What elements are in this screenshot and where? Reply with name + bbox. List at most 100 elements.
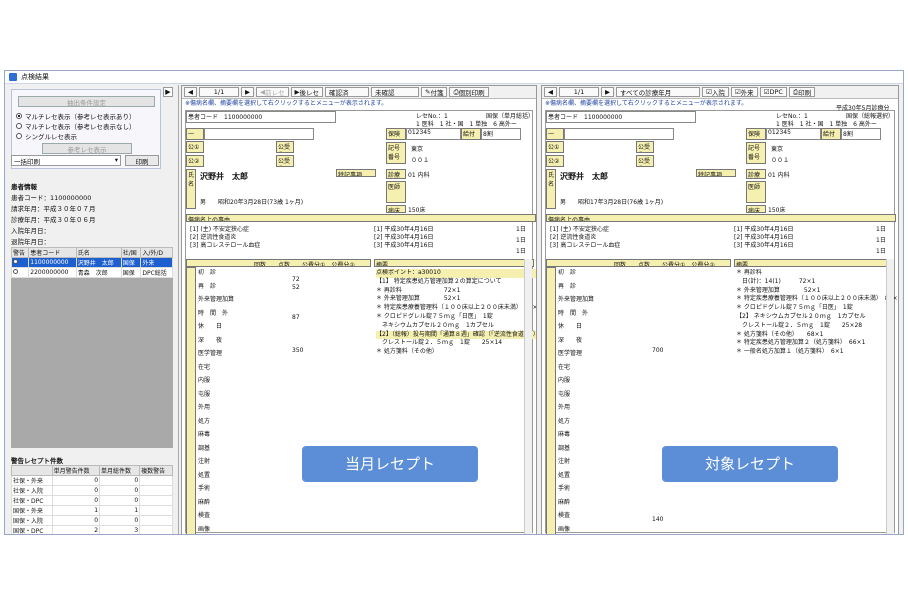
scrollbar[interactable] <box>524 259 532 534</box>
field-label: 医師 <box>746 181 766 203</box>
category-row: 在宅 <box>198 363 211 371</box>
disease-name[interactable]: [3] 高コレステロール血症 <box>550 240 620 249</box>
radio-multi-noref[interactable]: マルチレセ表示（参考レセ表示なし） <box>16 121 136 131</box>
current-receipt-panel: ◀ 1/1 ▶ ◀ 前レセ ▶ 後レセ 確認済 未確認 ✎ 付箋 ⎙ 個別印刷 ※傷病名… <box>181 85 537 534</box>
col-header[interactable]: 入/外/D <box>140 247 173 258</box>
status-select[interactable]: 確認済 <box>325 87 369 97</box>
kigou: 東京 <box>411 146 424 153</box>
day-count: 1日 <box>516 248 526 255</box>
point-value: 52 <box>292 284 300 291</box>
table-cell: 国保・外来 <box>11 505 53 516</box>
receipt-toolbar: ◀ 1/1 ▶ すべての診療年月 ☑ 入院 ☑ 外来 ☑ DPC ⎙ 印刷 <box>542 86 898 99</box>
prev-page-button[interactable]: ◀ <box>184 87 197 97</box>
patient-code-field: 患者コード 1100000000 <box>186 111 336 123</box>
col-header[interactable]: 氏名 <box>75 247 122 258</box>
radio-dot <box>16 113 22 119</box>
table-cell: DPC総括 <box>140 267 173 278</box>
remark-line: ＊ 一般名処方加算１（処方箋料） 6×1 <box>736 348 844 356</box>
remarks-area[interactable]: ＊ 再診料 日(計)：14(1) 72×1 ＊ 外来管理加算 52×1 ＊ 特定… <box>736 269 898 357</box>
table-row[interactable]: 2200000000 青森 次郎 国保 DPC総括 <box>10 267 173 278</box>
check-select[interactable]: 未確認 <box>371 87 419 97</box>
table-cell <box>139 475 173 486</box>
point-value: 700 <box>652 347 664 354</box>
col-header[interactable]: 警告 <box>10 247 30 258</box>
remark-line: ＊ クロピドグレル錠７５ｍｇ「日医」 1錠 <box>736 304 853 312</box>
patient-row: 請求年月：平成３０年０７月 <box>11 205 96 213</box>
extract-settings-button[interactable]: 抽出条件設定 <box>18 96 155 107</box>
outpatient-checkbox[interactable]: ☑ 外来 <box>730 87 758 97</box>
prev-rece-label: 前レセ <box>265 89 285 97</box>
col-header[interactable]: 社/国 <box>120 247 142 258</box>
table-cell: 国保・DPC <box>11 525 53 534</box>
col-header[interactable]: 患者コード <box>28 247 77 258</box>
target-receipt-label: 対象レセプト <box>662 446 838 482</box>
field-label: 診療科 <box>746 169 766 179</box>
field-label: 診療科 <box>386 169 406 179</box>
month-select[interactable]: すべての診療年月 <box>616 87 700 97</box>
category-row: 麻酔 <box>198 498 211 506</box>
category-list: 初 診再 診外来管理加算時 間 外休 日深 夜医学管理 在宅 内服 屯服 外用 処方 麻毒調… <box>558 269 594 534</box>
bed-count: 150床 <box>768 207 786 214</box>
checkbox-label: 入院 <box>711 89 725 97</box>
col-header <box>11 465 53 476</box>
table-row[interactable]: 1100000000 沢野井 太郎 国保 外来 <box>10 257 173 268</box>
benefit-rate: 8割 <box>841 128 881 140</box>
category-row: 検査 <box>198 512 211 519</box>
field-label: 医師 <box>386 181 406 203</box>
print-mode-select[interactable]: 一括印刷 <box>11 155 121 166</box>
field-label: 公受① <box>276 141 294 153</box>
remarks-area[interactable]: 点検ポイント：a30010 【1】 特定疾患処方管理加算２の算定について ＊ 再… <box>376 269 536 357</box>
points-header: 回数 点数 公費分① 公費分② <box>186 259 371 267</box>
field-label: 病床数 <box>386 205 406 213</box>
inpatient-checkbox[interactable]: ☑ 入院 <box>702 87 729 97</box>
disease-name[interactable]: [3] 高コレステロール血症 <box>190 240 260 249</box>
category-row: 手術 <box>198 485 211 492</box>
expand-icon[interactable]: ▶ <box>163 87 173 97</box>
table-cell: 国保・入院 <box>11 515 53 526</box>
field-label: 傷病名上の事由 <box>186 214 536 222</box>
bangou: ００１ <box>771 157 790 164</box>
remark-line: ネキシウムカプセル２０ｍｇ 1カプセル <box>376 321 494 329</box>
patient-code-field: 患者コード 1100000000 <box>546 111 696 123</box>
table-cell: 1 <box>51 505 101 516</box>
table-cell: 0 <box>99 515 141 526</box>
radio-multi-ref[interactable]: マルチレセ表示（参考レセ表示あり） <box>16 111 136 121</box>
radio-dot <box>16 133 22 139</box>
table-cell: 2200000000 <box>28 267 77 278</box>
patient-val: 平成３０年０７月 <box>43 205 96 213</box>
table-cell <box>139 515 173 526</box>
left-pane: 抽出条件設定 マルチレセ表示（参考レセ表示あり） マルチレセ表示（参考レセ表示な… <box>5 85 179 534</box>
category-row: 内服 <box>198 377 211 384</box>
next-page-button[interactable]: ▶ <box>241 87 254 97</box>
print-button[interactable]: ⎙ 印刷 <box>788 87 816 97</box>
individual-print-button[interactable]: ⎙ 個別印刷 <box>449 87 489 97</box>
category-row: 麻酔 <box>558 498 571 506</box>
field-label: 一 <box>546 128 564 140</box>
patient-birth: 男 昭和20年3月28日(73歳 1ヶ月) <box>200 199 304 206</box>
radio-single[interactable]: シングルレセ表示 <box>16 131 77 141</box>
prev-rece-button[interactable]: ◀ 前レセ <box>256 87 289 97</box>
category-list: 初 診再 診外来管理加算時 間 外休 日深 夜医学管理 在宅 内服 屯服 外用 処方 麻毒調… <box>198 269 234 534</box>
next-page-button[interactable]: ▶ <box>601 87 614 97</box>
ref-rece-show-button[interactable]: 参考レセ表示 <box>42 143 132 154</box>
benefit-rate: 8割 <box>481 128 521 140</box>
note-button[interactable]: ✎ 付箋 <box>421 87 448 97</box>
field-label: 公受② <box>636 155 654 167</box>
col-header: 単月警告件数 <box>51 465 101 476</box>
points-header: 回数 点数 公費分① 公費分② <box>546 259 731 267</box>
next-rece-button[interactable]: ▶ 後レセ <box>290 87 323 97</box>
field-label: 給付割合 <box>821 128 841 140</box>
print-label: 印刷 <box>798 89 812 97</box>
scrollbar[interactable] <box>886 259 894 534</box>
table-cell: 0 <box>99 485 141 496</box>
field-label: 公① <box>546 141 564 153</box>
print-button[interactable]: 印刷 <box>125 155 159 166</box>
category-row: 深 夜 <box>198 336 223 344</box>
table-cell: 0 <box>51 475 101 486</box>
warning-icon <box>13 259 18 264</box>
receipt-toolbar: ◀ 1/1 ▶ ◀ 前レセ ▶ 後レセ 確認済 未確認 ✎ 付箋 ⎙ 個別印刷 <box>182 86 536 99</box>
prev-page-button[interactable]: ◀ <box>544 87 557 97</box>
field-label: 公② <box>186 155 204 167</box>
remark-line: 【1】 特定疾患処方管理加算２の算定について <box>376 277 502 285</box>
dpc-checkbox[interactable]: ☑ DPC <box>759 87 787 97</box>
